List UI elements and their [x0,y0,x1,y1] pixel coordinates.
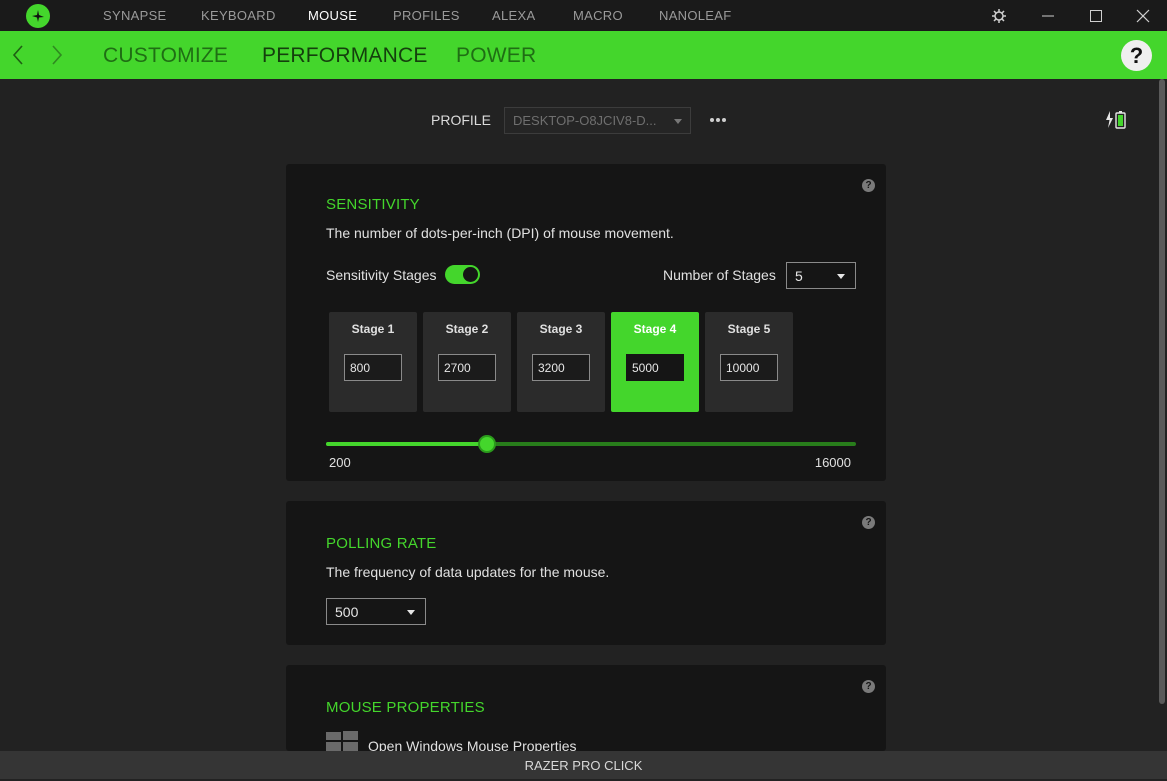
sensitivity-description: The number of dots-per-inch (DPI) of mou… [326,225,674,241]
nav-keyboard[interactable]: KEYBOARD [201,8,276,23]
sensitivity-stages-toggle[interactable] [445,265,480,284]
nav-synapse[interactable]: SYNAPSE [103,8,167,23]
polling-rate-dropdown[interactable]: 500 [326,598,426,625]
mouse-properties-title: MOUSE PROPERTIES [326,699,485,716]
battery-charging-icon [1104,108,1128,137]
chevron-down-icon [407,610,415,615]
profile-value: DESKTOP-O8JCIV8-D... [513,113,657,128]
number-of-stages-dropdown[interactable]: 5 [786,262,856,289]
stage-dpi-input[interactable]: 3200 [532,354,590,381]
sensitivity-title: SENSITIVITY [326,196,420,213]
scrollbar[interactable] [1159,79,1165,704]
dpi-slider-fill [326,442,487,446]
polling-rate-description: The frequency of data updates for the mo… [326,564,610,580]
stage-tile-1[interactable]: Stage 1 800 [329,312,417,412]
close-icon[interactable] [1133,6,1153,26]
slider-max-label: 16000 [814,455,851,470]
chevron-down-icon [837,274,845,279]
polling-rate-panel: ? POLLING RATE The frequency of data upd… [286,501,886,645]
help-button[interactable]: ? [1121,40,1152,71]
device-name-footer: RAZER PRO CLICK [0,751,1167,779]
tab-power[interactable]: POWER [456,44,536,68]
dpi-slider-thumb[interactable] [478,435,496,453]
profile-label: PROFILE [431,112,491,128]
stage-dpi-input[interactable]: 2700 [438,354,496,381]
minimize-icon[interactable] [1038,6,1058,26]
sensitivity-stages-label: Sensitivity Stages [326,267,437,283]
polling-rate-title: POLLING RATE [326,535,437,552]
stage-label: Stage 5 [727,322,771,336]
chevron-down-icon [674,119,682,124]
back-arrow-icon[interactable] [11,44,25,71]
tab-customize[interactable]: CUSTOMIZE [103,44,228,68]
stage-tile-4[interactable]: Stage 4 5000 [611,312,699,412]
toggle-knob [463,267,478,282]
sub-navigation-bar: CUSTOMIZE PERFORMANCE POWER ? [0,31,1167,79]
dpi-slider[interactable] [326,435,856,453]
number-of-stages-value: 5 [795,268,803,284]
razer-logo-icon[interactable] [26,4,50,28]
mouse-properties-panel: ? MOUSE PROPERTIES Open Windows Mouse Pr… [286,665,886,754]
stage-tile-3[interactable]: Stage 3 3200 [517,312,605,412]
nav-profiles[interactable]: PROFILES [393,8,460,23]
stage-dpi-input[interactable]: 5000 [626,354,684,381]
tab-performance[interactable]: PERFORMANCE [262,44,428,68]
more-options-icon[interactable] [708,112,728,128]
profile-dropdown[interactable]: DESKTOP-O8JCIV8-D... [504,107,691,134]
maximize-icon[interactable] [1086,6,1106,26]
settings-gear-icon[interactable] [989,6,1009,26]
forward-arrow-icon[interactable] [50,44,64,71]
stage-label: Stage 1 [351,322,395,336]
stage-tile-5[interactable]: Stage 5 10000 [705,312,793,412]
stage-tile-2[interactable]: Stage 2 2700 [423,312,511,412]
title-bar: SYNAPSE KEYBOARD MOUSE PROFILES ALEXA MA… [0,0,1167,31]
help-question-icon[interactable]: ? [862,179,875,192]
help-question-icon[interactable]: ? [862,680,875,693]
help-question-icon[interactable]: ? [862,516,875,529]
nav-alexa[interactable]: ALEXA [492,8,535,23]
stage-dpi-input[interactable]: 10000 [720,354,778,381]
nav-mouse[interactable]: MOUSE [308,8,357,23]
stage-dpi-input[interactable]: 800 [344,354,402,381]
stage-label: Stage 2 [445,322,489,336]
slider-min-label: 200 [329,455,351,470]
nav-macro[interactable]: MACRO [573,8,623,23]
number-of-stages-label: Number of Stages [663,267,776,283]
stage-label: Stage 4 [633,322,677,336]
nav-nanoleaf[interactable]: NANOLEAF [659,8,731,23]
polling-rate-value: 500 [335,604,359,620]
sensitivity-panel: ? SENSITIVITY The number of dots-per-inc… [286,164,886,481]
stage-label: Stage 3 [539,322,583,336]
